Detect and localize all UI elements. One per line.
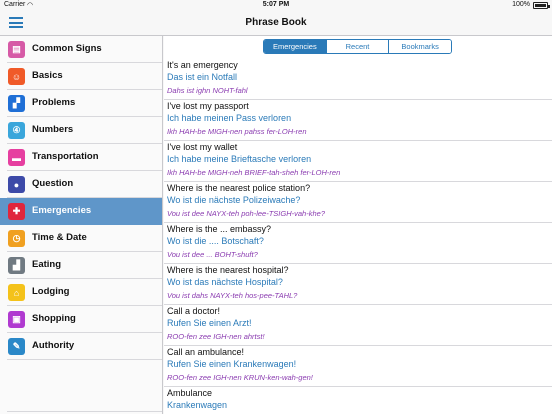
phrase-row[interactable]: Where is the nearest hospital? Wo ist das…	[164, 264, 552, 305]
phrase-pronunciation: Ikh HAH-be MIGH-neh BRIEF-tah-sheh fer-L…	[167, 168, 341, 177]
sidebar-item-common-signs[interactable]: ▤ Common Signs	[0, 36, 162, 63]
category-sidebar: ▤ Common Signs ☺ Basics ▞ Problems ④ Numbers ▬ Tr…	[0, 36, 163, 414]
row-separator	[7, 359, 162, 360]
phrase-row[interactable]: It's an emergency Das ist ein Notfall Dahs…	[164, 59, 552, 100]
sidebar-item-eating[interactable]: ▟ Eating	[0, 252, 162, 279]
sidebar-item-label: Basics	[32, 70, 63, 81]
segment-bookmarks[interactable]: Bookmarks	[388, 40, 451, 53]
phrase-german: Rufen Sie einen Arzt!	[167, 318, 252, 328]
sidebar-item-label: Transportation	[32, 151, 99, 162]
phrase-row[interactable]: Where is the nearest police station? Wo i…	[164, 182, 552, 223]
phrase-row[interactable]: Ambulance Krankenwagen	[164, 387, 552, 414]
phrase-english: Ambulance	[167, 388, 213, 398]
pen-icon: ✎	[8, 338, 25, 355]
segment-recent[interactable]: Recent	[325, 40, 389, 53]
phrase-english: Where is the nearest police station?	[167, 183, 311, 193]
sign-icon: ▤	[8, 41, 25, 58]
ambulance-icon: ✚	[8, 203, 25, 220]
phrase-german: Ich habe meinen Pass verloren	[167, 113, 292, 123]
sidebar-divider	[7, 411, 162, 412]
phrase-row[interactable]: I've lost my wallet Ich habe meine Brieft…	[164, 141, 552, 182]
person-icon: ●	[8, 176, 25, 193]
numbers-icon: ④	[8, 122, 25, 139]
problems-icon: ▞	[8, 95, 25, 112]
sidebar-item-label: Numbers	[32, 124, 74, 135]
sidebar-item-numbers[interactable]: ④ Numbers	[0, 117, 162, 144]
phrase-list-panel: Emergencies Recent Bookmarks It's an emerg…	[164, 36, 552, 414]
status-bar: Carrier ◠ 5:07 PM 100%	[0, 0, 552, 11]
phrase-german: Das ist ein Notfall	[167, 72, 238, 82]
phrase-pronunciation: Vou ist dee ... BOHT-shuft?	[167, 250, 258, 259]
phrase-german: Ich habe meine Brieftasche verloren	[167, 154, 312, 164]
phrase-english: It's an emergency	[167, 60, 238, 70]
clock-icon: ◷	[8, 230, 25, 247]
sidebar-item-lodging[interactable]: ⌂ Lodging	[0, 279, 162, 306]
eating-icon: ▟	[8, 257, 25, 274]
phrase-pronunciation: Vou ist dee NAYX-teh poh-lee-TSIGH-vah-k…	[167, 209, 325, 218]
phrase-pronunciation: Dahs ist ighn NOHT-fahl	[167, 86, 248, 95]
sidebar-item-label: Eating	[32, 259, 62, 270]
phrase-english: I've lost my wallet	[167, 142, 238, 152]
phrase-row[interactable]: Call an ambulance! Rufen Sie einen Kranke…	[164, 346, 552, 387]
sidebar-item-label: Shopping	[32, 313, 76, 324]
phrase-english: Call a doctor!	[167, 306, 221, 316]
phrase-row[interactable]: Call a doctor! Rufen Sie einen Arzt! ROO-f…	[164, 305, 552, 346]
sidebar-item-authority[interactable]: ✎ Authority	[0, 333, 162, 360]
sidebar-item-label: Problems	[32, 97, 76, 108]
bus-icon: ▬	[8, 149, 25, 166]
house-icon: ⌂	[8, 284, 25, 301]
category-segmented-control: Emergencies Recent Bookmarks	[263, 39, 452, 54]
phrase-pronunciation: Vou ist dahs NAYX-teh hos-pee-TAHL?	[167, 291, 298, 300]
sidebar-item-label: Authority	[32, 340, 75, 351]
phrase-german: Krankenwagen	[167, 400, 228, 410]
sidebar-item-shopping[interactable]: ▣ Shopping	[0, 306, 162, 333]
sidebar-item-label: Lodging	[32, 286, 70, 297]
phrase-german: Wo ist das nächste Hospital?	[167, 277, 283, 287]
sidebar-item-label: Question	[32, 178, 74, 189]
sidebar-item-question[interactable]: ● Question	[0, 171, 162, 198]
sidebar-item-basics[interactable]: ☺ Basics	[0, 63, 162, 90]
phrase-german: Wo ist die nächste Polizeiwache?	[167, 195, 301, 205]
sidebar-item-time-date[interactable]: ◷ Time & Date	[0, 225, 162, 252]
page-title: Phrase Book	[245, 17, 307, 28]
sidebar-item-label: Emergencies	[32, 205, 92, 216]
phrase-english: I've lost my passport	[167, 101, 249, 111]
phrase-pronunciation: Ikh HAH-be MIGH-nen pahss fer-LOH-ren	[167, 127, 307, 136]
cart-icon: ▣	[8, 311, 25, 328]
phrase-english: Where is the nearest hospital?	[167, 265, 289, 275]
sidebar-item-label: Time & Date	[32, 232, 87, 243]
phrase-german: Wo ist die .... Botschaft?	[167, 236, 264, 246]
sidebar-item-transportation[interactable]: ▬ Transportation	[0, 144, 162, 171]
phrase-row[interactable]: Where is the ... embassy? Wo ist die ....…	[164, 223, 552, 264]
phrase-row[interactable]: I've lost my passport Ich habe meinen Pas…	[164, 100, 552, 141]
face-icon: ☺	[8, 68, 25, 85]
navigation-bar: Phrase Book	[0, 11, 552, 36]
clock: 5:07 PM	[262, 1, 290, 8]
battery-icon	[533, 2, 550, 9]
sidebar-item-label: Common Signs	[32, 43, 102, 54]
sidebar-item-problems[interactable]: ▞ Problems	[0, 90, 162, 117]
phrase-english: Where is the ... embassy?	[167, 224, 272, 234]
sidebar-item-emergencies[interactable]: ✚ Emergencies	[0, 198, 162, 225]
phrase-pronunciation: ROO-fen zee IGH-nen KRUN-ken-wah-gen!	[167, 373, 313, 382]
phrase-pronunciation: ROO-fen zee IGH-nen ahrtst!	[167, 332, 265, 341]
phrase-german: Rufen Sie einen Krankenwagen!	[167, 359, 297, 369]
segment-emergencies[interactable]: Emergencies	[264, 40, 326, 53]
battery-percentage: 100%	[512, 1, 530, 8]
phrase-english: Call an ambulance!	[167, 347, 245, 357]
